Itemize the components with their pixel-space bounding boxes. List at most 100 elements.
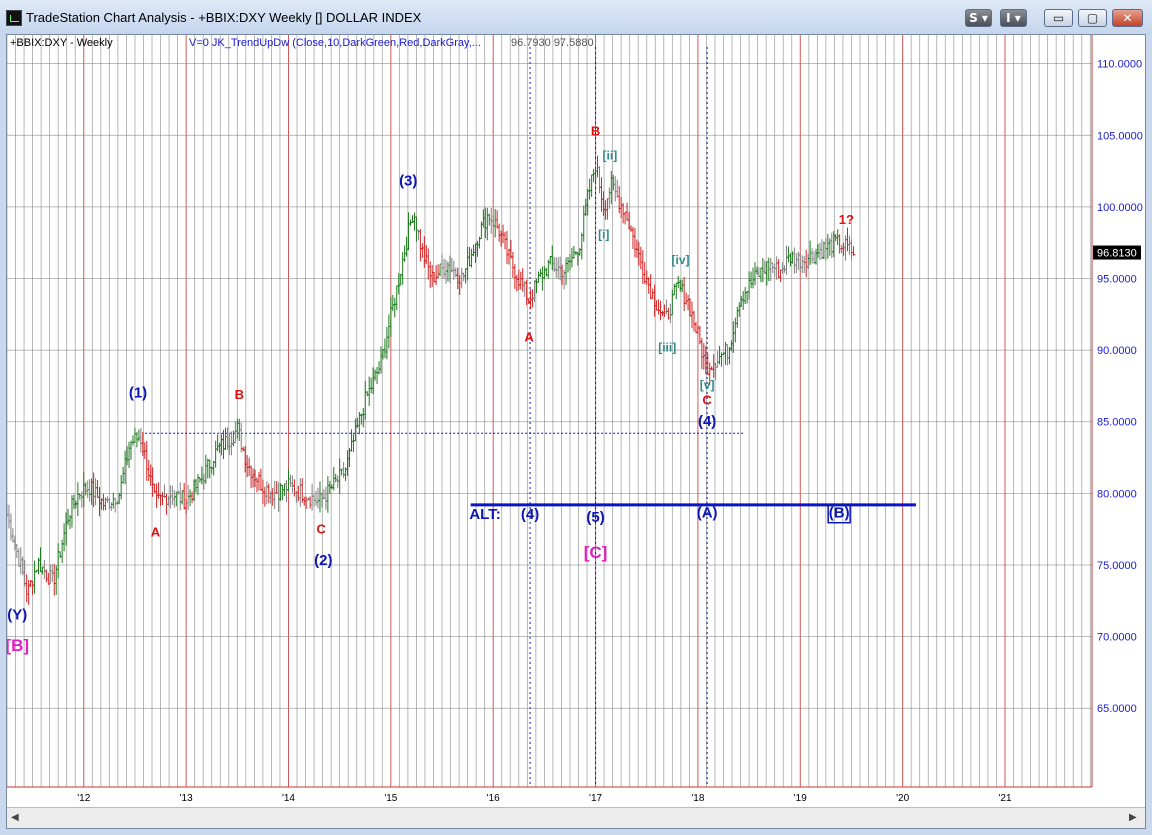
wave-label: C: [317, 521, 327, 536]
chart-window[interactable]: (Y) [B] (1) A B C (2) (3) A B [ii] [i] [iv] [iii] [v] C…: [6, 34, 1146, 829]
ohlc-bar: [821, 241, 826, 260]
indicator-label: V=0 JK_TrendUpDw (Close,10,DarkGreen,Red…: [189, 37, 481, 49]
ohlc-bar: [812, 251, 817, 264]
ohlc-bar: [180, 490, 185, 505]
ohlc-bar: [213, 440, 218, 468]
scroll-right-icon[interactable]: ▶: [1129, 812, 1137, 823]
ohlc-bar: [684, 292, 689, 305]
ohlc-bar: [510, 251, 515, 278]
close-button[interactable]: ✕: [1112, 9, 1143, 27]
ohlc-bar: [664, 299, 669, 315]
ohlc-bar: [652, 284, 657, 317]
horizontal-scrollbar[interactable]: ◀ ▶: [7, 807, 1145, 828]
ohlc-bar: [146, 459, 151, 481]
price-bars: [7, 155, 856, 605]
ohlc-bar: [227, 434, 232, 455]
ohlc-bar: [87, 479, 92, 502]
ohlc-bar: [127, 441, 132, 468]
ohlc-bar: [512, 264, 517, 290]
ohlc-bar: [642, 261, 647, 285]
ohlc-bar: [73, 500, 78, 509]
ohlc-bar: [323, 486, 328, 510]
price-tick-label: 80.0000: [1097, 488, 1137, 500]
ohlc-bar: [101, 494, 106, 511]
ohlc-bar: [331, 466, 336, 491]
ohlc-bar: [617, 186, 622, 214]
ohlc-bar: [678, 279, 683, 292]
ohlc-bar: [392, 297, 397, 318]
ohlc-bar: [272, 480, 277, 510]
time-tick-label: '16: [487, 793, 500, 804]
ohlc-bar: [579, 232, 584, 260]
ohlc-bar: [440, 254, 445, 278]
ohlc-bar: [701, 343, 706, 370]
ohlc-bar: [503, 231, 508, 250]
ohlc-bar: [436, 264, 441, 279]
last-price-label: 96.8130: [1097, 248, 1137, 260]
ohlc-bar: [369, 377, 374, 394]
ohlc-bar: [274, 480, 279, 494]
ohlc-bar: [727, 346, 732, 365]
symbol-label: +BBIX:DXY - Weekly: [10, 37, 113, 49]
scroll-left-icon[interactable]: ◀: [11, 812, 19, 823]
ohlc-bar: [256, 471, 261, 491]
ohlc-bar: [632, 227, 637, 258]
price-chart[interactable]: (Y)[B](1)ABC(2)(3)AB[ii][i][iv][iii][v]C…: [7, 35, 1145, 807]
ohlc-bar: [556, 257, 561, 280]
ohlc-bar: [585, 188, 590, 216]
ohlc-bar: [522, 281, 527, 297]
ohlc-bar: [819, 239, 824, 260]
ohlc-bar: [849, 239, 854, 261]
wave-label: (2): [314, 552, 332, 569]
ohlc-bar: [130, 435, 135, 446]
ohlc-bar: [800, 255, 805, 274]
ohlc-bar: [668, 303, 673, 324]
s-menu-button[interactable]: S ▾: [965, 9, 992, 27]
ohlc-bar: [676, 275, 681, 288]
ohlc-bar: [753, 262, 758, 286]
ohlc-bar: [611, 174, 616, 191]
ohlc-bar: [172, 489, 177, 508]
ohlc-bar: [461, 272, 466, 282]
ohlc-bar: [390, 294, 395, 312]
minimize-button[interactable]: ▭: [1044, 9, 1073, 27]
wave-label: [iii]: [658, 341, 676, 355]
ohlc-bar: [205, 458, 210, 479]
ohlc-bar: [672, 283, 677, 296]
ohlc-bar: [786, 246, 791, 263]
ohlc-bar: [693, 321, 698, 334]
ohlc-bar: [380, 349, 385, 360]
wave-labels: (Y)[B](1)ABC(2)(3)AB[ii][i][iv][iii][v]C…: [7, 123, 854, 655]
ohlc-bar: [317, 481, 322, 513]
ohlc-bar: [567, 254, 572, 271]
ohlc-bar: [241, 446, 246, 452]
ohlc-bar: [613, 176, 618, 202]
ohlc-bar: [605, 198, 610, 220]
ohlc-bar: [339, 468, 344, 476]
maximize-button[interactable]: ▢: [1078, 9, 1107, 27]
ohlc-bar: [815, 244, 820, 258]
ohlc-bar: [217, 442, 222, 453]
ohlc-bar: [670, 289, 675, 316]
ohlc-bar: [64, 512, 69, 546]
wave-label: (4): [521, 506, 539, 523]
ohlc-bar: [493, 208, 498, 238]
price-tick-label: 100.0000: [1097, 202, 1143, 214]
ohlc-bar: [662, 304, 667, 317]
ohlc-bar: [625, 202, 630, 221]
i-menu-button[interactable]: I ▾: [1000, 9, 1027, 27]
ohlc-bar: [473, 243, 478, 263]
ohlc-bar: [207, 459, 212, 479]
ohlc-bar: [337, 458, 342, 494]
ohlc-bar: [581, 205, 586, 242]
ohlc-bar: [239, 422, 244, 453]
ohlc-bar: [119, 474, 124, 500]
ohlc-bar: [524, 279, 529, 306]
ohlc-bar: [192, 479, 197, 501]
ohlc-bar: [290, 475, 295, 493]
ohlc-bar: [140, 432, 145, 457]
tradestation-app-icon: [6, 10, 22, 26]
wave-label: ALT:: [469, 506, 500, 523]
ohlc-bar: [7, 504, 11, 529]
ohlc-bar: [54, 565, 59, 595]
